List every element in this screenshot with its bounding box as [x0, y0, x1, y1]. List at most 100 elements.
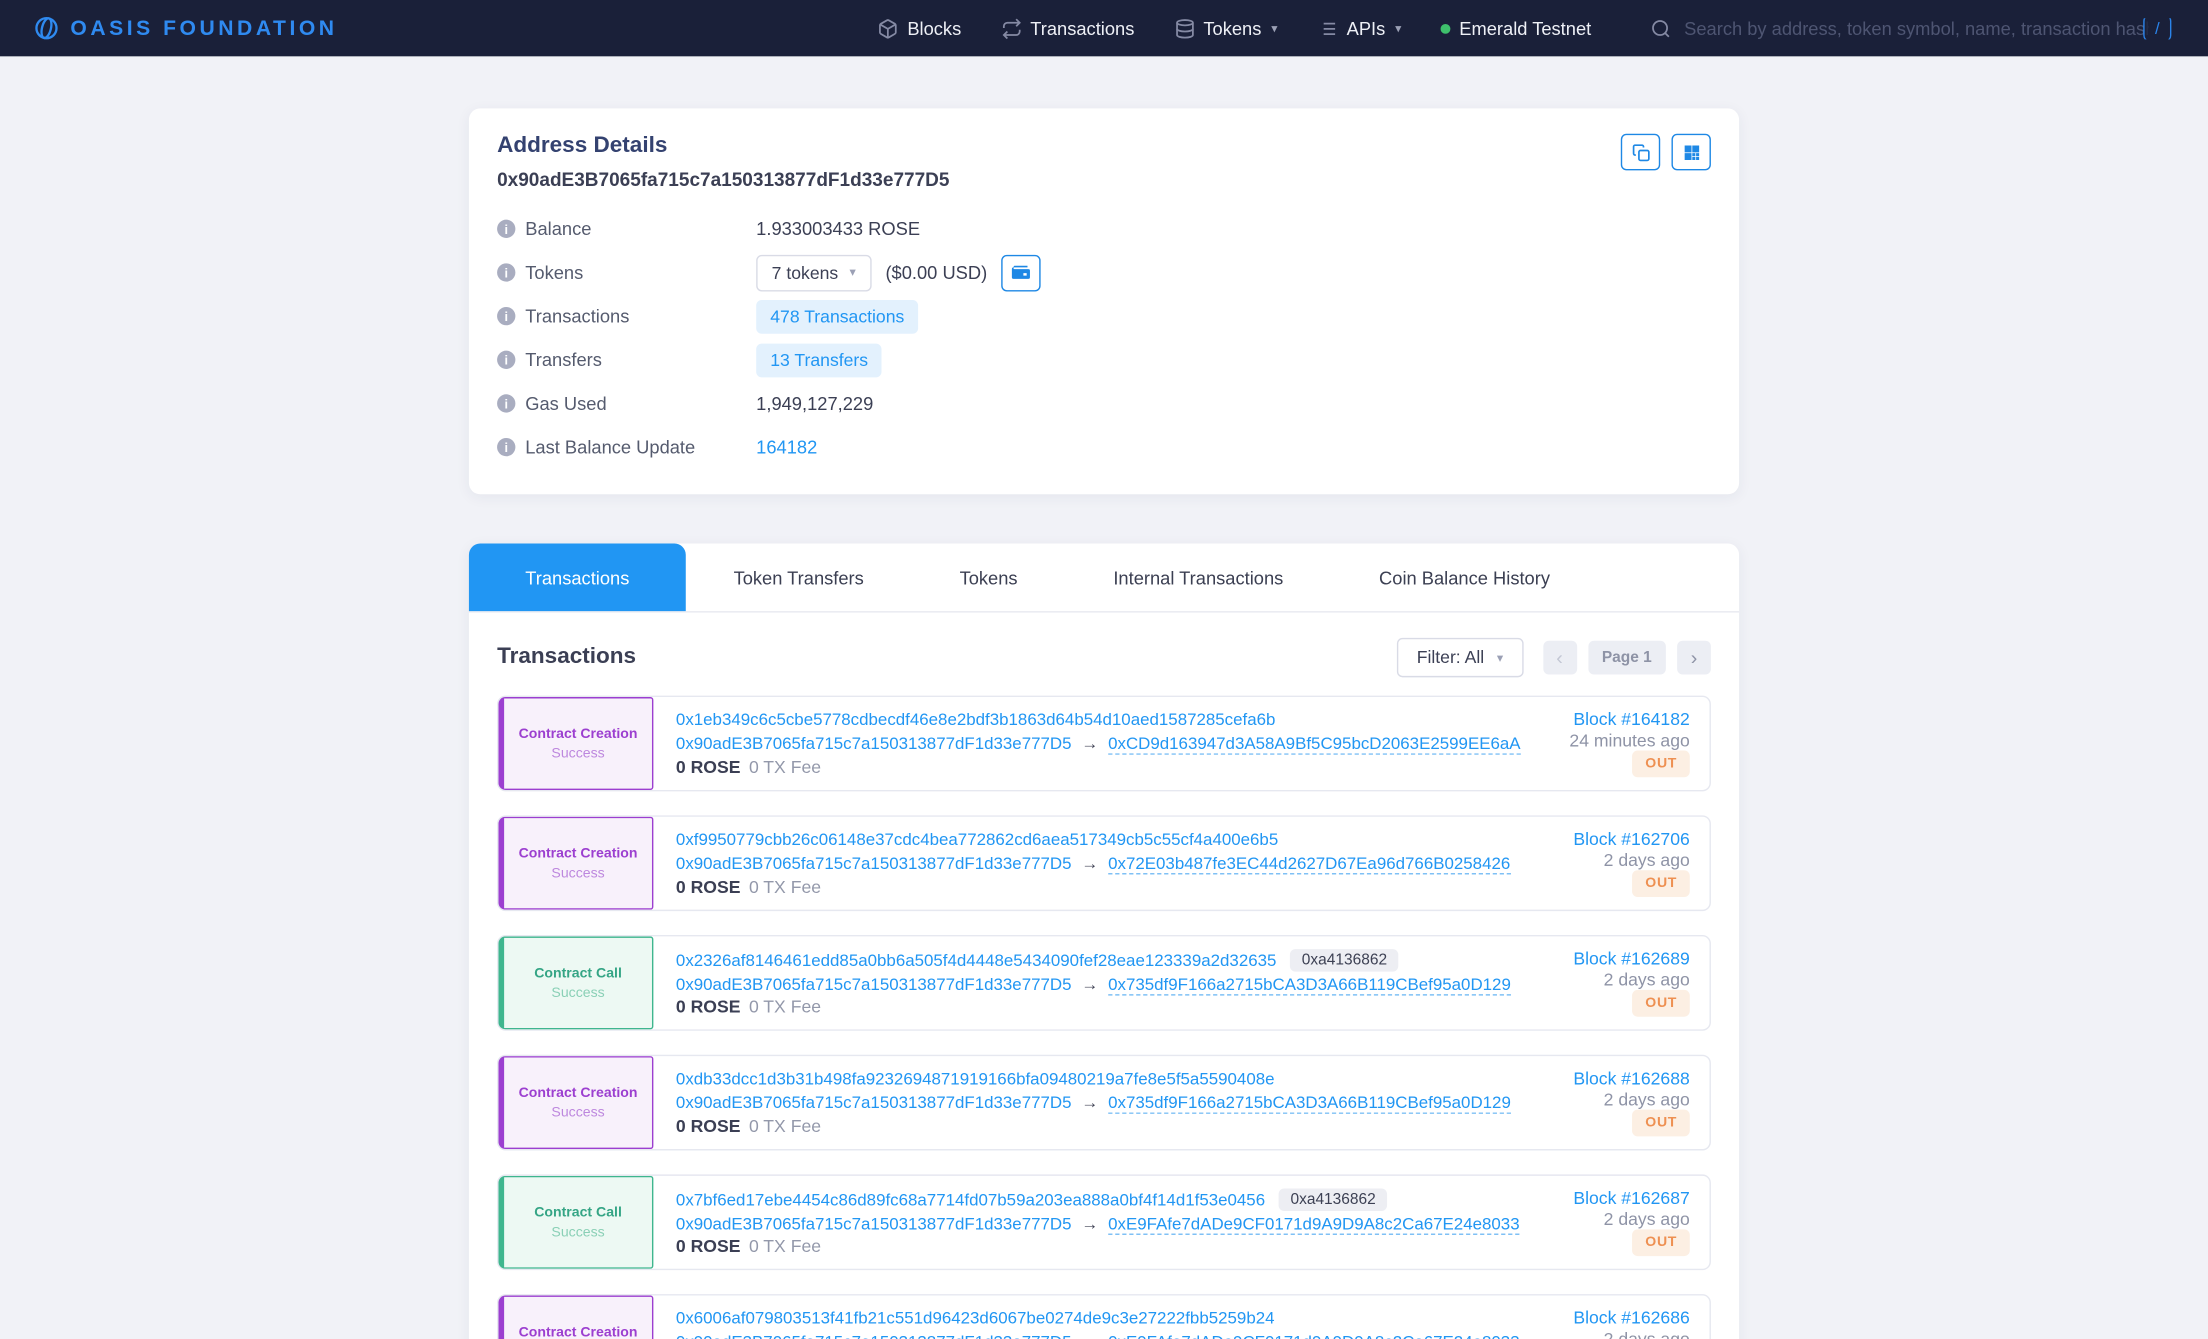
gas-used-row: i Gas Used 1,949,127,229: [497, 382, 1711, 426]
tx-to-link[interactable]: 0x72E03b487fe3EC44d2627D67Ea96d766B02584…: [1108, 853, 1510, 874]
tx-block-link[interactable]: Block #164182: [1573, 710, 1689, 730]
search-icon: [1650, 18, 1671, 39]
tx-fee: 0 TX Fee: [749, 877, 821, 897]
arrow-right-icon: →: [1081, 1214, 1098, 1234]
tx-from-link[interactable]: 0x90adE3B7065fa715c7a150313877dF1d33e777…: [676, 974, 1072, 994]
tx-direction-badge: OUT: [1633, 1229, 1690, 1256]
tx-type-label: Contract Call: [534, 965, 622, 980]
tx-type-badge: Contract Creation Success: [498, 697, 653, 790]
prev-page-button[interactable]: ‹: [1543, 641, 1577, 675]
tx-block-link[interactable]: Block #162706: [1573, 829, 1689, 849]
nav-item-blocks[interactable]: Blocks: [878, 18, 961, 39]
tx-timestamp: 2 days ago: [1604, 1089, 1690, 1109]
info-icon: i: [497, 351, 515, 369]
gas-used-value: 1,949,127,229: [756, 393, 873, 414]
transactions-heading: Transactions: [497, 645, 636, 670]
tx-amount: 0 ROSE: [676, 1236, 741, 1256]
tx-block-link[interactable]: Block #162688: [1573, 1069, 1689, 1089]
tab-bar: Transactions Token Transfers Tokens Inte…: [469, 544, 1739, 613]
transactions-list: Contract Creation Success 0x1eb349c6c5cb…: [497, 696, 1711, 1339]
tx-type-badge: Contract Creation Success: [498, 1056, 653, 1149]
tx-to-link[interactable]: 0x735df9F166a2715bCA3D3A66B119CBef95a0D1…: [1108, 1092, 1511, 1113]
tokens-usd-value: ($0.00 USD): [885, 262, 987, 283]
pagination: ‹ Page 1 ›: [1543, 641, 1711, 675]
last-balance-update-link[interactable]: 164182: [756, 437, 817, 458]
tx-block-link[interactable]: Block #162686: [1573, 1308, 1689, 1328]
tab-token-transfers[interactable]: Token Transfers: [686, 544, 912, 612]
transfers-label: Transfers: [525, 349, 602, 370]
tx-status-label: Success: [551, 985, 604, 1000]
tab-internal-transactions[interactable]: Internal Transactions: [1065, 544, 1331, 612]
qr-code-icon: [1682, 143, 1700, 161]
tab-coin-balance-history[interactable]: Coin Balance History: [1331, 544, 1598, 612]
tx-details: 0x6006af079803513f41fb21c551d96423d6067b…: [653, 1296, 1484, 1339]
tx-hash-link[interactable]: 0x7bf6ed17ebe4454c86d89fc68a7714fd07b59a…: [676, 1190, 1265, 1210]
filter-button[interactable]: Filter: All ▾: [1397, 638, 1523, 677]
tx-from-link[interactable]: 0x90adE3B7065fa715c7a150313877dF1d33e777…: [676, 1093, 1072, 1113]
transactions-header: Transactions Filter: All ▾ ‹ Page 1: [497, 638, 1711, 677]
nav-item-apis[interactable]: APIs ▾: [1317, 18, 1401, 39]
tx-direction-badge: OUT: [1633, 990, 1690, 1017]
tx-to-link[interactable]: 0x735df9F166a2715bCA3D3A66B119CBef95a0D1…: [1108, 974, 1511, 995]
last-balance-update-label: Last Balance Update: [525, 437, 695, 458]
tab-transactions[interactable]: Transactions: [469, 544, 686, 612]
transaction-row: Contract Call Success 0x2326af8146461edd…: [497, 935, 1711, 1031]
arrow-right-icon: →: [1081, 1332, 1098, 1339]
tx-fee: 0 TX Fee: [749, 1236, 821, 1256]
tx-fee: 0 TX Fee: [749, 758, 821, 778]
tx-details: 0xdb33dcc1d3b31b498fa9232694871919166bfa…: [653, 1056, 1484, 1149]
tab-tokens[interactable]: Tokens: [912, 544, 1066, 612]
transactions-count-badge[interactable]: 478 Transactions: [756, 299, 918, 333]
arrow-right-icon: →: [1081, 974, 1098, 994]
wallet-button[interactable]: [1001, 254, 1040, 291]
tx-method-badge: 0xa4136862: [1279, 1188, 1387, 1211]
tx-fee: 0 TX Fee: [749, 1117, 821, 1137]
nav-item-tokens[interactable]: Tokens ▾: [1174, 18, 1278, 39]
tx-block-link[interactable]: Block #162687: [1573, 1188, 1689, 1208]
transfers-count-badge[interactable]: 13 Transfers: [756, 343, 882, 377]
chevron-down-icon: ▾: [1395, 20, 1401, 35]
tx-hash-link[interactable]: 0x6006af079803513f41fb21c551d96423d6067b…: [676, 1308, 1275, 1328]
tx-type-label: Contract Creation: [519, 1085, 638, 1100]
tx-hash-link[interactable]: 0xdb33dcc1d3b31b498fa9232694871919166bfa…: [676, 1069, 1275, 1089]
chevron-left-icon: ‹: [1556, 646, 1563, 669]
tx-details: 0x1eb349c6c5cbe5778cdbecdf46e8e2bdf3b186…: [653, 697, 1484, 790]
tx-from-link[interactable]: 0x90adE3B7065fa715c7a150313877dF1d33e777…: [676, 1332, 1072, 1339]
qr-code-button[interactable]: [1671, 134, 1710, 171]
tx-to-link[interactable]: 0xCD9d163947d3A58A9Bf5C95bcD2063E2599EE6…: [1108, 733, 1520, 754]
tokens-dropdown[interactable]: 7 tokens ▾: [756, 254, 871, 291]
tx-to-link[interactable]: 0xE9FAfe7dADe9CF0171d9A9D9A8c2Ca67E24e80…: [1108, 1331, 1519, 1339]
tx-method-badge: 0xa4136862: [1291, 949, 1399, 972]
next-page-button[interactable]: ›: [1677, 641, 1711, 675]
tx-hash-link[interactable]: 0x1eb349c6c5cbe5778cdbecdf46e8e2bdf3b186…: [676, 710, 1276, 730]
page-title: Address Details: [497, 134, 1711, 159]
tx-from-link[interactable]: 0x90adE3B7065fa715c7a150313877dF1d33e777…: [676, 734, 1072, 754]
tx-hash-link[interactable]: 0x2326af8146461edd85a0bb6a505f4d4448e543…: [676, 951, 1277, 971]
chevron-right-icon: ›: [1691, 646, 1698, 669]
brand-logo[interactable]: OASIS FOUNDATION: [34, 15, 338, 40]
tx-from-link[interactable]: 0x90adE3B7065fa715c7a150313877dF1d33e777…: [676, 853, 1072, 873]
oasis-logo-icon: [34, 15, 59, 40]
tx-block-link[interactable]: Block #162689: [1573, 949, 1689, 969]
balance-row: i Balance 1.933003433 ROSE: [497, 207, 1711, 251]
tx-details: 0x7bf6ed17ebe4454c86d89fc68a7714fd07b59a…: [653, 1176, 1484, 1269]
list-icon: [1317, 18, 1338, 39]
swap-arrows-icon: [1001, 18, 1022, 39]
nav-menu: Blocks Transactions Toke: [838, 18, 2174, 39]
tx-meta: Block #162688 2 days ago OUT: [1484, 1056, 1709, 1149]
nav-item-network[interactable]: Emerald Testnet: [1441, 18, 1591, 39]
nav-item-transactions[interactable]: Transactions: [1001, 18, 1135, 39]
navbar: OASIS FOUNDATION Blocks: [0, 0, 2208, 56]
tokens-label: Tokens: [525, 262, 583, 283]
search-input[interactable]: [1684, 18, 2149, 39]
tx-direction-badge: OUT: [1633, 1110, 1690, 1137]
tx-type-label: Contract Call: [534, 1205, 622, 1220]
transaction-row: Contract Creation Success 0xf9950779cbb2…: [497, 815, 1711, 911]
tx-meta: Block #162689 2 days ago OUT: [1484, 936, 1709, 1029]
tx-from-link[interactable]: 0x90adE3B7065fa715c7a150313877dF1d33e777…: [676, 1214, 1072, 1234]
tx-hash-link[interactable]: 0xf9950779cbb26c06148e37cdc4bea772862cd6…: [676, 829, 1278, 849]
copy-address-button[interactable]: [1621, 134, 1660, 171]
tx-to-link[interactable]: 0xE9FAfe7dADe9CF0171d9A9D9A8c2Ca67E24e80…: [1108, 1213, 1519, 1234]
tx-details: 0x2326af8146461edd85a0bb6a505f4d4448e543…: [653, 936, 1484, 1029]
tx-meta: Block #164182 24 minutes ago OUT: [1484, 697, 1709, 790]
